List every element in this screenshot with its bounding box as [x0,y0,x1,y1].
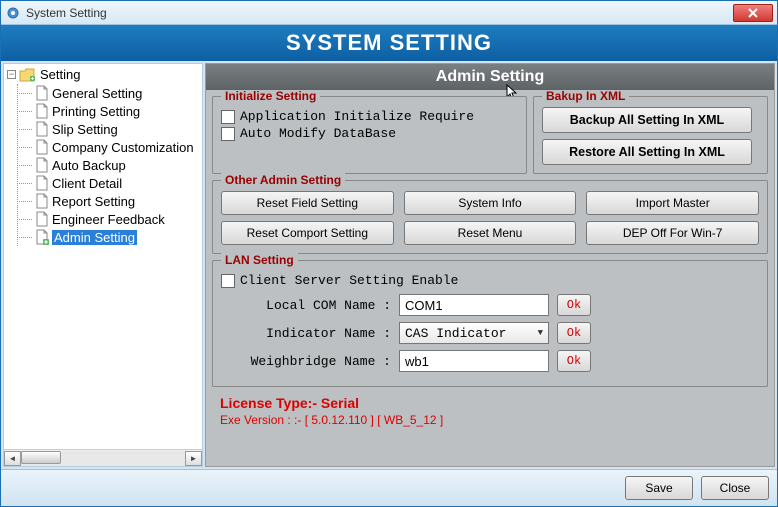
app-initialize-require-label: Application Initialize Require [240,109,474,124]
indicator-label: Indicator Name : [221,326,391,341]
system-info-button[interactable]: System Info [404,191,577,215]
weighbridge-label: Weighbridge Name : [221,354,391,369]
panel-header: Admin Setting [206,64,774,90]
license-type-label: License Type:- Serial [212,395,768,411]
page-add-icon [35,229,49,245]
page-icon [35,211,49,227]
app-initialize-require-checkbox[interactable] [221,110,235,124]
import-master-button[interactable]: Import Master [586,191,759,215]
tree-item-admin-setting[interactable]: Admin Setting [18,228,199,246]
tree-item-report-setting[interactable]: Report Setting [18,192,199,210]
client-server-enable-label: Client Server Setting Enable [240,273,458,288]
gear-icon [5,5,21,21]
nav-tree: − Setting General SettingPrinting Settin… [3,63,203,467]
weighbridge-input[interactable] [399,350,549,372]
collapse-icon[interactable]: − [7,70,16,79]
tree-item-company-customization[interactable]: Company Customization [18,138,199,156]
page-title: SYSTEM SETTING [1,25,777,61]
weighbridge-ok-button[interactable]: Ok [557,350,591,372]
other-admin-group: Other Admin Setting Reset Field Setting … [212,180,768,254]
auto-modify-database-checkbox[interactable] [221,127,235,141]
page-icon [35,157,49,173]
dep-off-button[interactable]: DEP Off For Win-7 [586,221,759,245]
chevron-down-icon: ▼ [538,328,543,338]
reset-field-setting-button[interactable]: Reset Field Setting [221,191,394,215]
page-icon [35,85,49,101]
folder-icon [19,68,35,82]
tree-item-printing-setting[interactable]: Printing Setting [18,102,199,120]
close-button[interactable]: Close [701,476,769,500]
lan-setting-group: LAN Setting Client Server Setting Enable… [212,260,768,387]
page-icon [35,103,49,119]
page-icon [35,175,49,191]
auto-modify-database-label: Auto Modify DataBase [240,126,396,141]
tree-item-auto-backup[interactable]: Auto Backup [18,156,199,174]
local-com-input[interactable] [399,294,549,316]
save-button[interactable]: Save [625,476,693,500]
tree-root-item[interactable]: − Setting [7,67,199,82]
client-server-enable-checkbox[interactable] [221,274,235,288]
scroll-left-arrow[interactable]: ◄ [4,451,21,466]
window-close-button[interactable] [733,4,773,22]
page-icon [35,193,49,209]
initialize-setting-group: Initialize Setting Application Initializ… [212,96,527,174]
exe-version-label: Exe Version : :- [ 5.0.12.110 ] [ WB_5_1… [212,413,768,427]
indicator-ok-button[interactable]: Ok [557,322,591,344]
horizontal-scrollbar[interactable]: ◄ ► [4,449,202,466]
page-icon [35,121,49,137]
local-com-label: Local COM Name : [221,298,391,313]
indicator-select[interactable]: CAS Indicator ▼ [399,322,549,344]
reset-comport-setting-button[interactable]: Reset Comport Setting [221,221,394,245]
scroll-thumb[interactable] [21,451,61,464]
restore-all-button[interactable]: Restore All Setting In XML [542,139,752,165]
page-icon [35,139,49,155]
local-com-ok-button[interactable]: Ok [557,294,591,316]
backup-all-button[interactable]: Backup All Setting In XML [542,107,752,133]
reset-menu-button[interactable]: Reset Menu [404,221,577,245]
scroll-right-arrow[interactable]: ► [185,451,202,466]
tree-item-client-detail[interactable]: Client Detail [18,174,199,192]
tree-item-general-setting[interactable]: General Setting [18,84,199,102]
tree-item-slip-setting[interactable]: Slip Setting [18,120,199,138]
tree-item-engineer-feedback[interactable]: Engineer Feedback [18,210,199,228]
window-title: System Setting [26,6,733,20]
backup-xml-group: Bakup In XML Backup All Setting In XML R… [533,96,768,174]
